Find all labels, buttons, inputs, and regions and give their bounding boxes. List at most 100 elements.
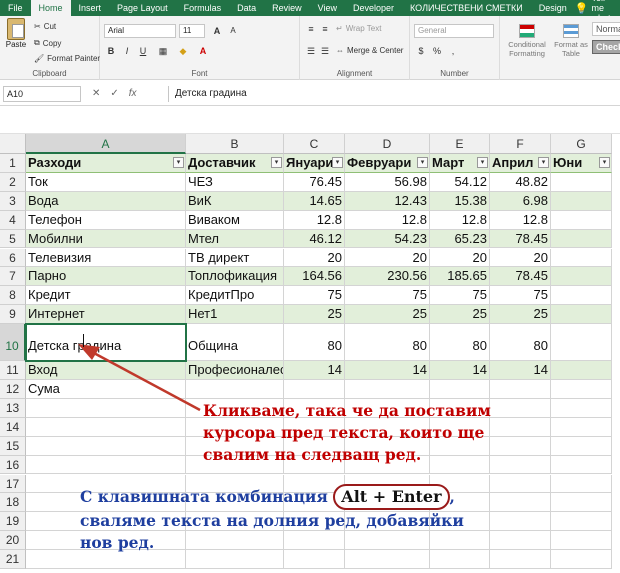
format-as-table-button[interactable]: Format as Table — [554, 24, 588, 58]
enter-icon[interactable]: ✓ — [110, 86, 118, 102]
cell-d5[interactable]: 54.23 — [345, 229, 430, 249]
tab-3[interactable]: Page Layout — [109, 0, 176, 16]
row-header-11[interactable]: 11 — [0, 361, 26, 380]
tab-6[interactable]: Review — [264, 0, 310, 16]
column-header-e[interactable]: E — [430, 134, 490, 154]
row-header-13[interactable]: 13 — [0, 398, 26, 418]
cell-f9[interactable]: 25 — [490, 305, 551, 325]
row-header-9[interactable]: 9 — [0, 305, 26, 325]
shrink-font-button[interactable]: A — [226, 24, 240, 38]
align-top-icon[interactable]: ≡ — [304, 22, 318, 36]
cell-d7[interactable]: 230.56 — [345, 267, 430, 287]
tab-9[interactable]: КОЛИЧЕСТВЕНИ СМЕТКИ — [402, 0, 531, 16]
filter-dropdown-icon[interactable]: ▾ — [477, 157, 488, 168]
number-format-select[interactable]: General — [414, 24, 494, 38]
cell-f18[interactable] — [490, 493, 551, 513]
conditional-formatting-button[interactable]: Conditional Formatting — [502, 24, 552, 58]
cell-a13[interactable] — [26, 398, 186, 418]
cell-c6[interactable]: 20 — [284, 248, 345, 268]
tab-2[interactable]: Insert — [71, 0, 110, 16]
row-header-12[interactable]: 12 — [0, 380, 26, 399]
filter-dropdown-icon[interactable]: ▾ — [417, 157, 428, 168]
cell-a11[interactable]: Вход — [26, 361, 186, 380]
cell-f10[interactable]: 80 — [490, 324, 551, 362]
cell-a8[interactable]: Кредит — [26, 286, 186, 306]
filter-dropdown-icon[interactable]: ▾ — [332, 157, 343, 168]
cell-d9[interactable]: 25 — [345, 305, 430, 325]
cell-f19[interactable] — [490, 512, 551, 532]
cell-a1[interactable]: Разходи ▾ — [26, 154, 186, 173]
row-header-10[interactable]: 10 — [0, 324, 26, 362]
cell-e2[interactable]: 54.12 — [430, 172, 490, 192]
cell-a5[interactable]: Мобилни — [26, 229, 186, 249]
cell-e7[interactable]: 185.65 — [430, 267, 490, 287]
cell-e12[interactable] — [430, 380, 490, 399]
cell-g15[interactable] — [551, 436, 612, 456]
cell-f8[interactable]: 75 — [490, 286, 551, 306]
cell-g16[interactable] — [551, 455, 612, 475]
filter-dropdown-icon[interactable]: ▾ — [538, 157, 549, 168]
column-header-b[interactable]: B — [186, 134, 284, 154]
cell-f5[interactable]: 78.45 — [490, 229, 551, 249]
column-header-g[interactable]: G — [551, 134, 612, 154]
cell-b10[interactable]: Община — [186, 324, 284, 362]
cell-a3[interactable]: Вода — [26, 191, 186, 211]
cell-g12[interactable] — [551, 380, 612, 399]
wrap-text-button[interactable]: ↵ Wrap Text — [336, 24, 381, 33]
fill-color-icon[interactable]: ◆ — [176, 44, 190, 58]
cell-c10[interactable]: 80 — [284, 324, 345, 362]
cut-button[interactable]: ✂ Cut — [34, 22, 56, 31]
fx-icon[interactable]: fx — [129, 86, 137, 102]
cell-f17[interactable] — [490, 474, 551, 494]
cell-c12[interactable] — [284, 380, 345, 399]
cell-g5[interactable] — [551, 229, 612, 249]
cell-b9[interactable]: Нет1 — [186, 305, 284, 325]
row-header-3[interactable]: 3 — [0, 191, 26, 211]
cell-a12[interactable]: Сума — [26, 380, 186, 399]
percent-button[interactable]: % — [430, 44, 444, 58]
cell-f2[interactable]: 48.82 — [490, 172, 551, 192]
cell-b4[interactable]: Виваком — [186, 210, 284, 230]
cell-e10[interactable]: 80 — [430, 324, 490, 362]
cell-g18[interactable] — [551, 493, 612, 513]
format-painter-button[interactable]: 🖌 Format Painter — [34, 54, 100, 63]
align-center-icon[interactable]: ☰ — [318, 44, 332, 58]
cell-f3[interactable]: 6.98 — [490, 191, 551, 211]
column-header-c[interactable]: C — [284, 134, 345, 154]
cell-d8[interactable]: 75 — [345, 286, 430, 306]
tab-1[interactable]: Home — [30, 0, 71, 16]
tab-7[interactable]: View — [310, 0, 345, 16]
filter-dropdown-icon[interactable]: ▾ — [599, 157, 610, 168]
row-header-16[interactable]: 16 — [0, 455, 26, 475]
cell-g13[interactable] — [551, 398, 612, 418]
cell-g6[interactable] — [551, 248, 612, 268]
cell-g14[interactable] — [551, 417, 612, 437]
cell-c7[interactable]: 164.56 — [284, 267, 345, 287]
tab-4[interactable]: Formulas — [176, 0, 230, 16]
row-header-2[interactable]: 2 — [0, 172, 26, 192]
cell-a6[interactable]: Телевизия — [26, 248, 186, 268]
cell-a2[interactable]: Ток — [26, 172, 186, 192]
cell-g10[interactable] — [551, 324, 612, 362]
cell-g9[interactable] — [551, 305, 612, 325]
cell-f21[interactable] — [490, 550, 551, 569]
borders-icon[interactable]: ▦ — [156, 44, 170, 58]
paste-button[interactable]: Paste — [4, 18, 28, 49]
cell-f11[interactable]: 14 — [490, 361, 551, 380]
filter-dropdown-icon[interactable]: ▾ — [173, 157, 184, 168]
cell-g1[interactable]: Юни ▾ — [551, 154, 612, 173]
cell-g17[interactable] — [551, 474, 612, 494]
row-header-6[interactable]: 6 — [0, 248, 26, 268]
name-box[interactable]: A10 — [3, 86, 81, 102]
cell-b8[interactable]: КредитПро — [186, 286, 284, 306]
cell-d3[interactable]: 12.43 — [345, 191, 430, 211]
bold-button[interactable]: B — [104, 44, 118, 58]
tab-8[interactable]: Developer — [345, 0, 402, 16]
cell-a9[interactable]: Интернет — [26, 305, 186, 325]
copy-button[interactable]: ⧉ Copy — [34, 38, 61, 48]
row-header-5[interactable]: 5 — [0, 229, 26, 249]
cell-e3[interactable]: 15.38 — [430, 191, 490, 211]
row-header-8[interactable]: 8 — [0, 286, 26, 306]
currency-icon[interactable]: $ — [414, 44, 428, 58]
cell-f1[interactable]: Април ▾ — [490, 154, 551, 173]
